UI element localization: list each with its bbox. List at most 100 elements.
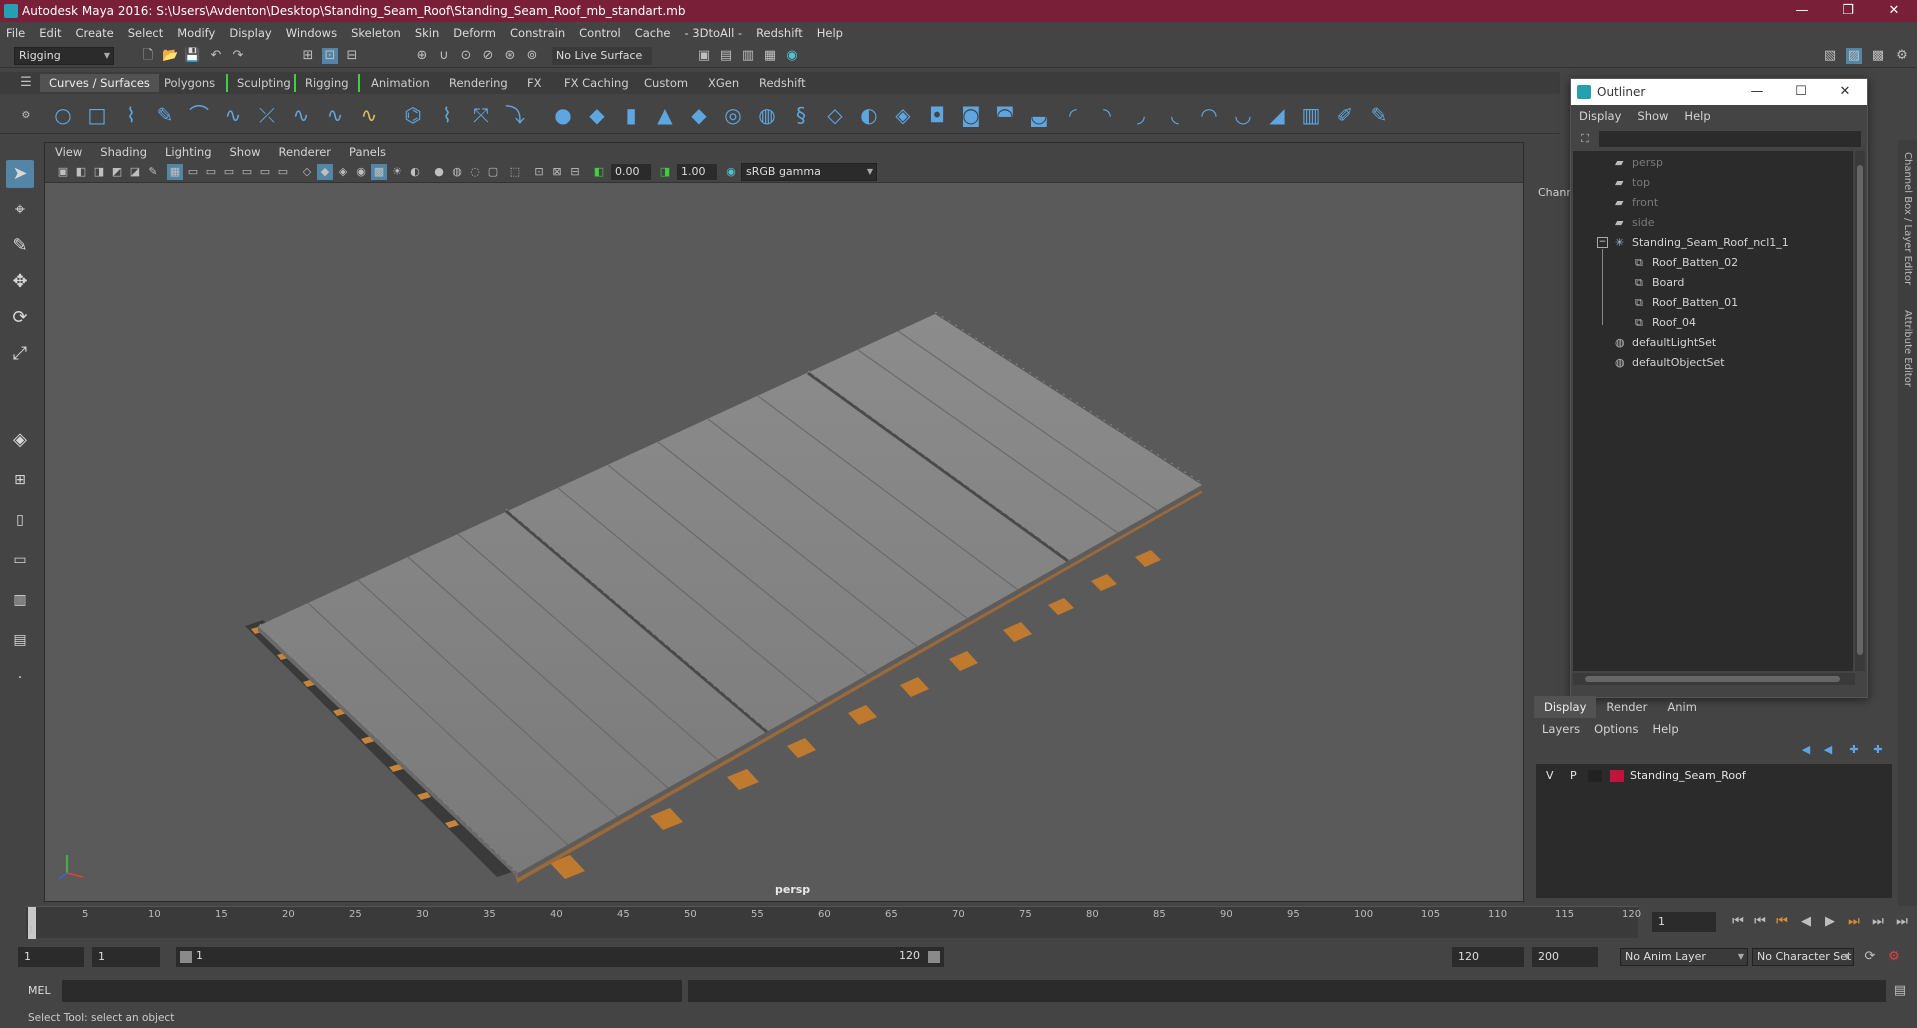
nurbs-plane-icon[interactable]: ◆ <box>686 102 712 128</box>
resolution-gate-icon[interactable]: ▭ <box>203 164 219 180</box>
cv-curve-icon[interactable]: ⌇ <box>118 102 144 128</box>
bezier-curve-icon[interactable]: ⌒ <box>186 102 212 128</box>
select-object-icon[interactable]: ⊡ <box>322 48 338 64</box>
menu-cache[interactable]: Cache <box>635 26 671 40</box>
untrim-icon[interactable]: ◞ <box>1128 102 1154 128</box>
reverse-curve-icon[interactable]: ∿ <box>322 102 348 128</box>
animation-preferences-icon[interactable]: ⚙ <box>1886 949 1902 965</box>
field-chart-icon[interactable]: ▭ <box>239 164 255 180</box>
step-forward-key-icon[interactable]: ⏭ <box>1846 914 1862 930</box>
ambient-occlusion-icon[interactable]: ● <box>431 164 447 180</box>
shelf-tab-rigging[interactable]: Rigging <box>294 74 360 92</box>
persp-graph-layout-icon[interactable]: ▭ <box>6 546 34 574</box>
menu-constrain[interactable]: Constrain <box>510 26 565 40</box>
bevel-icon[interactable]: ◚ <box>992 102 1018 128</box>
xray-joints-icon[interactable]: ⊡ <box>531 164 547 180</box>
render-frame-icon[interactable]: ▤ <box>718 48 734 64</box>
nurbs-cone-icon[interactable]: ▲ <box>652 102 678 128</box>
menu-select[interactable]: Select <box>128 26 163 40</box>
render-view-icon[interactable]: ▣ <box>696 48 712 64</box>
xray-active-icon[interactable]: ⊠ <box>549 164 565 180</box>
playback-end-field[interactable]: 120 <box>1452 947 1524 967</box>
single-perspective-layout-icon[interactable]: ◈ <box>6 426 34 454</box>
outliner-item-top[interactable]: ▰ top <box>1615 173 1650 193</box>
outliner-maximize-button[interactable]: ☐ <box>1779 79 1823 105</box>
duplicate-surface-icon[interactable]: ◜ <box>1060 102 1086 128</box>
shelf-tab-fx-caching[interactable]: FX Caching <box>555 74 638 92</box>
surface-edit-icon[interactable]: ✐ <box>1332 102 1358 128</box>
current-frame-field[interactable]: 1 <box>1652 912 1716 932</box>
menu-deform[interactable]: Deform <box>453 26 496 40</box>
shelf-tab-curves-surfaces[interactable]: Curves / Surfaces <box>40 74 159 92</box>
safe-action-icon[interactable]: ▭ <box>257 164 273 180</box>
revolve-icon[interactable]: ◍ <box>754 102 780 128</box>
paint-select-tool-icon[interactable]: ✎ <box>6 232 34 260</box>
live-surface-field[interactable]: No Live Surface <box>552 47 652 65</box>
arc-icon[interactable]: ⤫ <box>254 102 280 128</box>
step-back-key-icon[interactable]: ⏮ <box>1774 914 1790 930</box>
viewport-menu-shading[interactable]: Shading <box>100 145 147 159</box>
nurbs-square-icon[interactable]: □ <box>84 102 110 128</box>
outliner-menu-show[interactable]: Show <box>1637 109 1668 123</box>
color-management-icon[interactable]: ◉ <box>723 164 739 180</box>
select-hierarchy-icon[interactable]: ⊞ <box>300 48 316 64</box>
toggle-attribute-editor-icon[interactable]: ▩ <box>1870 48 1886 64</box>
nurbs-circle-icon[interactable]: ○ <box>50 102 76 128</box>
outliner-item-default-light-set[interactable]: ◍ defaultLightSet <box>1615 333 1716 353</box>
snap-point-icon[interactable]: ⊙ <box>458 48 474 64</box>
play-forwards-icon[interactable]: ▶ <box>1822 914 1838 930</box>
stitch-icon[interactable]: ✎ <box>1366 102 1392 128</box>
step-back-frame-icon[interactable]: ⏮ <box>1752 914 1768 930</box>
more-layouts-icon[interactable]: · <box>6 664 34 692</box>
backface-culling-icon[interactable]: ⊟ <box>567 164 583 180</box>
menu-redshift[interactable]: Redshift <box>756 26 803 40</box>
menu-file[interactable]: File <box>6 26 25 40</box>
outliner-search-input[interactable] <box>1599 131 1861 147</box>
auto-key-icon[interactable]: ⟳ <box>1862 949 1878 965</box>
outliner-item-roof-batten-02[interactable]: ⧉ Roof_Batten_02 <box>1635 253 1738 273</box>
attach-curves-icon[interactable]: ⤧ <box>468 102 494 128</box>
shelf-tab-xgen[interactable]: XGen <box>699 74 748 92</box>
layer-playback-toggle[interactable]: P <box>1570 766 1577 786</box>
close-button[interactable]: ✕ <box>1871 0 1917 22</box>
anim-layer-dropdown[interactable]: No Anim Layer <box>1620 948 1748 966</box>
trim-icon[interactable]: ◝ <box>1094 102 1120 128</box>
playback-start-field[interactable]: 1 <box>92 947 160 967</box>
select-camera-icon[interactable]: ▣ <box>55 164 71 180</box>
hypershade-icon[interactable]: ◉ <box>784 48 800 64</box>
viewport-menu-lighting[interactable]: Lighting <box>165 145 211 159</box>
toggle-tool-settings-icon[interactable]: ⚙ <box>1894 48 1910 64</box>
persp-uv-layout-icon[interactable]: ▤ <box>6 626 34 654</box>
outliner-item-board[interactable]: ⧉ Board <box>1635 273 1684 293</box>
safe-title-icon[interactable]: ▭ <box>275 164 291 180</box>
view-transform-dropdown[interactable]: sRGB gamma <box>741 163 877 181</box>
pencil-curve-icon[interactable]: ∿ <box>220 102 246 128</box>
camera-attributes-icon[interactable]: ◧ <box>73 164 89 180</box>
gate-mask-icon[interactable]: ▭ <box>221 164 237 180</box>
toggle-channel-box-icon[interactable]: ▨ <box>1846 48 1862 64</box>
snap-live-icon[interactable]: ⊚ <box>524 48 540 64</box>
toggle-modeling-toolkit-icon[interactable]: ▧ <box>1822 48 1838 64</box>
shelf-menu-icon[interactable]: ☰ <box>18 75 34 91</box>
shelf-options-icon[interactable]: ⚙ <box>18 108 34 124</box>
open-scene-icon[interactable]: 📂 <box>162 48 178 64</box>
textured-icon[interactable]: ▩ <box>371 164 387 180</box>
rebuild-surface-icon[interactable]: ◢ <box>1264 102 1290 128</box>
menu-display[interactable]: Display <box>229 26 271 40</box>
use-lights-icon[interactable]: ☀ <box>389 164 405 180</box>
range-start-handle[interactable] <box>180 951 192 963</box>
menu-windows[interactable]: Windows <box>286 26 337 40</box>
layer-row[interactable]: V P Standing_Seam_Roof <box>1536 766 1892 786</box>
move-layer-up-icon[interactable]: ◀ <box>1798 742 1814 758</box>
redo-icon[interactable]: ↷ <box>230 48 246 64</box>
loft-icon[interactable]: ⌬ <box>400 102 426 128</box>
gamma-icon[interactable]: ◨ <box>657 164 673 180</box>
shelf-tab-redshift[interactable]: Redshift <box>750 74 815 92</box>
birail-icon[interactable]: ◈ <box>890 102 916 128</box>
rebuild-curve-icon[interactable]: ∿ <box>288 102 314 128</box>
outliner-filter-icon[interactable]: ⛶ <box>1577 131 1593 147</box>
outliner-menu-display[interactable]: Display <box>1579 109 1621 123</box>
nurbs-sphere-icon[interactable]: ● <box>550 102 576 128</box>
undo-icon[interactable]: ↶ <box>208 48 224 64</box>
range-end-handle[interactable] <box>928 951 940 963</box>
